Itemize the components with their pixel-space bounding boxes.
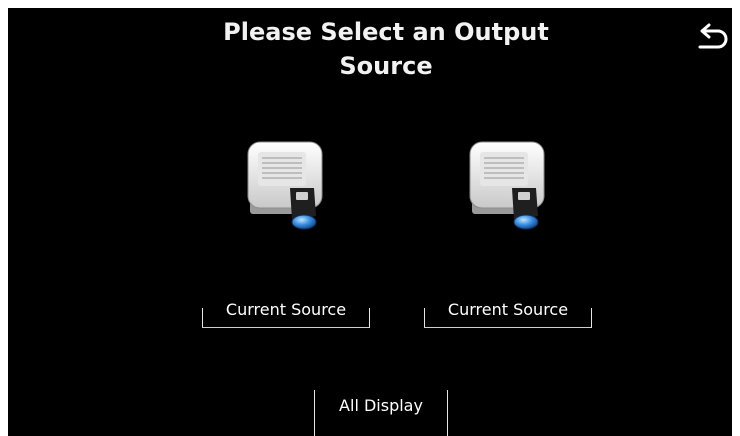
page-title: Please Select an Output Source xyxy=(8,15,732,83)
output-1-projector[interactable] xyxy=(244,138,326,230)
projector-icon xyxy=(247,141,323,230)
back-button[interactable] xyxy=(696,22,730,54)
projector-icon xyxy=(469,141,545,230)
output-2-current-source-label: Current Source xyxy=(447,300,569,319)
output-2-current-source-button[interactable]: Current Source xyxy=(424,298,592,328)
all-display-button[interactable]: All Display xyxy=(314,386,448,436)
all-display-label: All Display xyxy=(339,396,423,415)
page-title-line-1: Please Select an Output xyxy=(223,18,549,46)
output-source-screen: Please Select an Output Source Current S… xyxy=(8,8,732,436)
output-2-projector[interactable] xyxy=(466,138,548,230)
output-1-current-source-button[interactable]: Current Source xyxy=(202,298,370,328)
divider xyxy=(202,327,370,328)
output-1-current-source-label: Current Source xyxy=(225,300,347,319)
divider xyxy=(424,327,592,328)
page-title-line-2: Source xyxy=(339,52,433,80)
back-arrow-icon xyxy=(698,23,728,49)
